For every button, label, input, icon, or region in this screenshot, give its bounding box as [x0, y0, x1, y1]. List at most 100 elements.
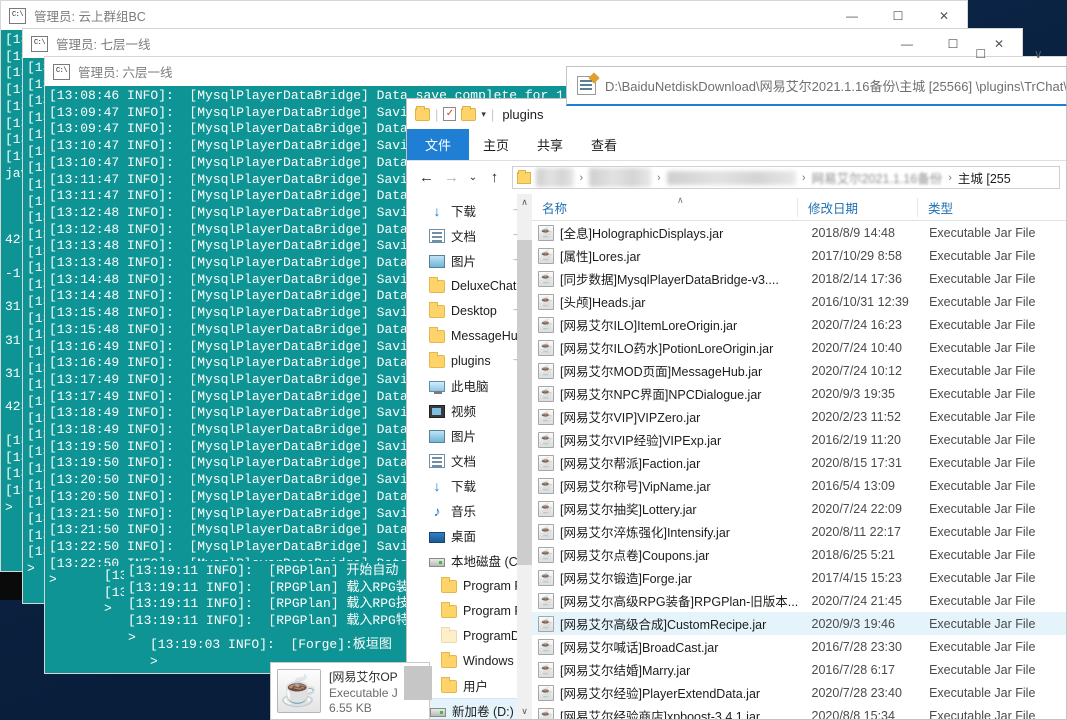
sidebar-item-Program Files[interactable]: Program Files — [407, 598, 532, 623]
table-row[interactable]: [网易艾尔ILO]ItemLoreOrigin.jar2020/7/24 16:… — [532, 313, 1066, 336]
chevron-down-icon[interactable]: ▾ — [481, 109, 486, 120]
column-header-name[interactable]: 名称 — [532, 198, 797, 217]
sidebar-item-下载[interactable]: ↓下载 — [407, 473, 532, 498]
maximize-button[interactable]: ☐ — [875, 1, 921, 30]
sidebar-item-图片[interactable]: 图片 — [407, 423, 532, 448]
close-button[interactable]: ✕ — [921, 1, 967, 30]
table-row[interactable]: [全息]HolographicDisplays.jar2018/8/9 14:4… — [532, 221, 1066, 244]
nav-scroll-thumb[interactable] — [517, 240, 532, 565]
sidebar-item-plugins[interactable]: plugins📌 — [407, 348, 532, 373]
file-name: [头颅]Heads.jar — [560, 292, 802, 311]
folder-icon — [441, 680, 457, 693]
editor-close-button[interactable]: ∨ — [1010, 47, 1067, 61]
column-headers[interactable]: 名称 ∧ 修改日期 类型 — [532, 194, 1066, 221]
breadcrumb[interactable]: 此电脑›新加卷 (D:)›BaiduNetdiskDownload›网易艾尔20… — [512, 166, 1060, 189]
table-row[interactable]: [网易艾尔称号]VipName.jar2016/5/4 13:09Executa… — [532, 474, 1066, 497]
sidebar-item-桌面[interactable]: 桌面 — [407, 523, 532, 548]
forward-button[interactable]: → — [440, 166, 463, 189]
sidebar-item-DeluxeChat[interactable]: DeluxeChat📌 — [407, 273, 532, 298]
table-row[interactable]: [同步数据]MysqlPlayerDataBridge-v3....2018/2… — [532, 267, 1066, 290]
table-row[interactable]: [网易艾尔经验]PlayerExtendData.jar2020/7/28 23… — [532, 681, 1066, 704]
ribbon-tab-共享[interactable]: 共享 — [523, 129, 577, 160]
table-row[interactable]: [网易艾尔MOD页面]MessageHub.jar2020/7/24 10:12… — [532, 359, 1066, 382]
console-titlebar-qiceng[interactable]: C:\ 管理员: 七层一线 — ☐ ✕ — [22, 28, 1023, 58]
table-row[interactable]: [网易艾尔高级合成]CustomRecipe.jar2020/9/3 19:46… — [532, 612, 1066, 635]
address-bar[interactable]: ← → ⌄ ↑ 此电脑›新加卷 (D:)›BaiduNetdiskDownloa… — [407, 161, 1066, 194]
sidebar-item-音乐[interactable]: ♪音乐 — [407, 498, 532, 523]
this-pc-icon — [429, 381, 445, 392]
sidebar-item-图片[interactable]: 图片📌 — [407, 248, 532, 273]
table-row[interactable]: [属性]Lores.jar2017/10/29 8:58Executable J… — [532, 244, 1066, 267]
column-header-type[interactable]: 类型 — [917, 198, 1037, 217]
new-folder-icon[interactable] — [461, 108, 476, 121]
sidebar-item-文档[interactable]: 文档📌 — [407, 223, 532, 248]
file-modified-date: 2020/7/24 22:09 — [802, 502, 920, 516]
table-row[interactable]: [网易艾尔淬炼强化]Intensify.jar2020/8/11 22:17Ex… — [532, 520, 1066, 543]
file-list-pane[interactable]: 名称 ∧ 修改日期 类型 [全息]HolographicDisplays.jar… — [532, 194, 1066, 719]
editor-maximize-button[interactable]: ☐ — [952, 47, 1010, 61]
table-row[interactable]: [网易艾尔VIP]VIPZero.jar2020/2/23 11:52Execu… — [532, 405, 1066, 428]
console-titlebar-yunshang[interactable]: C:\ 管理员: 云上群组BC — ☐ ✕ — [0, 0, 968, 30]
picture-icon — [429, 430, 445, 443]
folder-icon[interactable] — [415, 108, 430, 121]
breadcrumb-item[interactable]: 新加卷 (D:) — [589, 168, 651, 187]
minimize-button[interactable]: — — [829, 1, 875, 30]
sidebar-item-文档[interactable]: 文档 — [407, 448, 532, 473]
table-row[interactable]: [网易艾尔结婚]Marry.jar2016/7/28 6:17Executabl… — [532, 658, 1066, 681]
table-row[interactable]: [网易艾尔经验商店]xpboost-3.4.1.jar2020/8/8 15:3… — [532, 704, 1066, 719]
ribbon-tabs[interactable]: 文件主页共享查看 — [407, 129, 1066, 160]
ribbon-tab-主页[interactable]: 主页 — [469, 129, 523, 160]
file-type: Executable Jar File — [919, 410, 1066, 424]
table-row[interactable]: [网易艾尔帮派]Faction.jar2020/8/15 17:31Execut… — [532, 451, 1066, 474]
preview-file-size: 6.55 KB — [329, 701, 398, 715]
file-modified-date: 2020/9/3 19:35 — [802, 387, 920, 401]
up-button[interactable]: ↑ — [483, 166, 506, 189]
table-row[interactable]: [网易艾尔ILO药水]PotionLoreOrigin.jar2020/7/24… — [532, 336, 1066, 359]
breadcrumb-item[interactable]: BaiduNetdiskDownload — [667, 171, 796, 185]
file-type: Executable Jar File — [919, 640, 1066, 654]
breadcrumb-item[interactable]: 主城 [255 — [958, 168, 1011, 187]
navigation-pane[interactable]: ↓下载📌文档📌图片📌DeluxeChat📌Desktop📌MessageHu📌p… — [407, 194, 532, 719]
table-row[interactable]: [网易艾尔点卷]Coupons.jar2018/6/25 5:21Executa… — [532, 543, 1066, 566]
sidebar-item-ProgramData[interactable]: ProgramData — [407, 623, 532, 648]
java-jar-icon — [538, 593, 554, 609]
console-title-text: 管理员: 七层一线 — [56, 34, 150, 53]
explorer-main: ↓下载📌文档📌图片📌DeluxeChat📌Desktop📌MessageHu📌p… — [407, 194, 1066, 719]
sidebar-item-下载[interactable]: ↓下载📌 — [407, 198, 532, 223]
file-type: Executable Jar File — [919, 617, 1066, 631]
scroll-down-arrow[interactable]: ∨ — [521, 703, 528, 719]
table-row[interactable]: [头颅]Heads.jar2016/10/31 12:39Executable … — [532, 290, 1066, 313]
cmd-icon: C:\ — [53, 64, 70, 80]
table-row[interactable]: [网易艾尔锻造]Forge.jar2017/4/15 15:23Executab… — [532, 566, 1066, 589]
file-list[interactable]: [全息]HolographicDisplays.jar2018/8/9 14:4… — [532, 221, 1066, 719]
nav-scrollbar[interactable]: ∧ ∨ — [517, 194, 532, 719]
file-modified-date: 2016/5/4 13:09 — [802, 479, 920, 493]
ribbon-tab-查看[interactable]: 查看 — [577, 129, 631, 160]
preview-file-name: [网易艾尔OP — [329, 668, 398, 685]
column-header-date[interactable]: 修改日期 — [797, 198, 917, 217]
recent-locations-button[interactable]: ⌄ — [465, 166, 481, 189]
console-title-text: 管理员: 六层一线 — [78, 62, 172, 81]
file-explorer-window[interactable]: | ✓ ▾ | plugins 文件主页共享查看 ← → ⌄ ↑ 此电脑›新加卷… — [406, 98, 1067, 720]
breadcrumb-item[interactable]: 网易艾尔2021.1.16备份 — [812, 168, 943, 187]
sidebar-item-Desktop[interactable]: Desktop📌 — [407, 298, 532, 323]
sidebar-item-本地磁盘 (C:)[interactable]: 本地磁盘 (C:) — [407, 548, 532, 573]
text-editor-window[interactable]: D:\BaiduNetdiskDownload\网易艾尔2021.1.16备份\… — [566, 66, 1067, 106]
sidebar-item-Program Files[interactable]: Program Files — [407, 573, 532, 598]
table-row[interactable]: [网易艾尔NPC界面]NPCDialogue.jar2020/9/3 19:35… — [532, 382, 1066, 405]
table-row[interactable]: [网易艾尔抽奖]Lottery.jar2020/7/24 22:09Execut… — [532, 497, 1066, 520]
editor-window-controls[interactable]: ☐ ∨ — [890, 40, 1067, 68]
document-icon — [429, 229, 445, 243]
table-row[interactable]: [网易艾尔VIP经验]VIPExp.jar2016/2/19 11:20Exec… — [532, 428, 1066, 451]
scroll-up-arrow[interactable]: ∧ — [521, 194, 528, 210]
properties-icon[interactable]: ✓ — [443, 107, 456, 121]
ribbon-tab-文件[interactable]: 文件 — [407, 129, 469, 160]
table-row[interactable]: [网易艾尔高级RPG装备]RPGPlan-旧版本...2020/7/24 21:… — [532, 589, 1066, 612]
sidebar-item-MessageHu[interactable]: MessageHu📌 — [407, 323, 532, 348]
file-type: Executable Jar File — [919, 594, 1066, 608]
back-button[interactable]: ← — [415, 166, 438, 189]
sidebar-item-此电脑[interactable]: 此电脑 — [407, 373, 532, 398]
sidebar-item-视频[interactable]: 视频 — [407, 398, 532, 423]
breadcrumb-item[interactable]: 此电脑 — [536, 168, 574, 187]
table-row[interactable]: [网易艾尔喊话]BroadCast.jar2016/7/28 23:30Exec… — [532, 635, 1066, 658]
